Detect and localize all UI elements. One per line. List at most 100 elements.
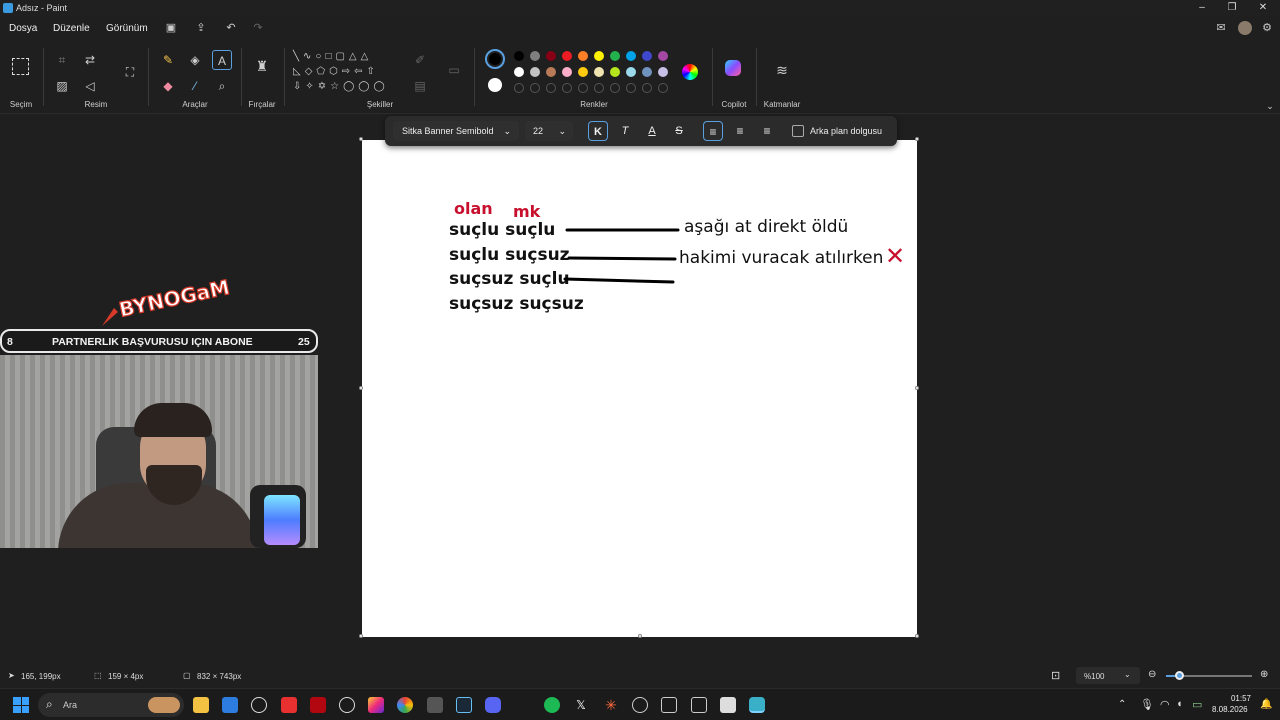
fill-icon[interactable]: ▤: [412, 78, 428, 94]
taskbar-search-box[interactable]: ⌕ Ara: [38, 693, 184, 717]
custom-color-slot[interactable]: [610, 83, 620, 93]
chrome-icon[interactable]: [397, 697, 413, 713]
align-left-icon[interactable]: ≡: [703, 121, 723, 141]
color-swatch[interactable]: [642, 67, 652, 77]
speedometer-icon[interactable]: [251, 697, 267, 713]
close-window-button[interactable]: ✕: [1256, 2, 1270, 13]
settings-gear-icon[interactable]: ⚙: [1260, 21, 1274, 35]
color-swatch[interactable]: [562, 51, 572, 61]
font-size-select[interactable]: 22 ⌄: [525, 121, 573, 141]
zoom-slider[interactable]: [1166, 671, 1252, 680]
text-tool-icon[interactable]: A: [212, 50, 232, 70]
copilot-icon[interactable]: [725, 60, 741, 76]
canvas-handle[interactable]: [359, 386, 363, 390]
calculator-icon[interactable]: [720, 697, 736, 713]
custom-color-slot[interactable]: [658, 83, 668, 93]
color-swatch[interactable]: [514, 51, 524, 61]
claude-icon[interactable]: ✳: [603, 697, 619, 713]
show-hidden-icons[interactable]: ⌃: [1118, 699, 1126, 710]
canvas-handle[interactable]: [359, 137, 363, 141]
netflix-icon[interactable]: [310, 697, 326, 713]
resize-icon[interactable]: ⇄: [82, 52, 98, 68]
feedback-icon[interactable]: ✉: [1214, 21, 1228, 35]
color-swatch[interactable]: [578, 51, 588, 61]
image-remove-bg-icon[interactable]: ⛶: [122, 64, 138, 80]
color-swatch[interactable]: [514, 67, 524, 77]
brush-icon[interactable]: ♜: [254, 58, 270, 74]
redo-icon[interactable]: ↷: [251, 21, 265, 35]
clock-time[interactable]: 01:57: [1226, 694, 1251, 703]
chevron-down-icon[interactable]: ⌄: [1262, 98, 1278, 114]
shape-size-icon[interactable]: ▭: [446, 62, 462, 78]
color-picker-icon[interactable]: ⁄: [187, 78, 203, 94]
background-fill-checkbox[interactable]: [792, 125, 804, 137]
menu-view[interactable]: Görünüm: [106, 23, 148, 34]
app-gear-icon[interactable]: [691, 697, 707, 713]
color-swatch[interactable]: [594, 51, 604, 61]
discord-icon[interactable]: [485, 697, 501, 713]
shapes-gallery[interactable]: ╲∿○□▢△△ ◺◇⬠⬡⇨⇦⇧ ⇩✧✡☆◯◯◯: [293, 49, 403, 97]
start-button-icon[interactable]: [13, 697, 29, 713]
align-right-icon[interactable]: ≡: [757, 121, 777, 141]
chatgpt-icon[interactable]: [339, 697, 355, 713]
custom-color-slot[interactable]: [514, 83, 524, 93]
zoom-slider-thumb[interactable]: [1175, 671, 1184, 680]
app-red-icon[interactable]: [281, 697, 297, 713]
color-swatch[interactable]: [546, 51, 556, 61]
notification-icon[interactable]: 🔔: [1260, 699, 1272, 710]
secondary-color[interactable]: [488, 78, 502, 92]
maximize-button[interactable]: ❐: [1225, 2, 1239, 13]
color-swatch[interactable]: [626, 51, 636, 61]
align-center-icon[interactable]: ≡: [730, 121, 750, 141]
primary-color[interactable]: [485, 49, 505, 69]
instagram-icon[interactable]: [368, 697, 384, 713]
color-swatch[interactable]: [594, 67, 604, 77]
openai-icon[interactable]: [632, 697, 648, 713]
minimize-button[interactable]: –: [1195, 2, 1209, 13]
canvas-handle[interactable]: [915, 386, 919, 390]
layers-icon[interactable]: ≋: [774, 62, 790, 78]
custom-color-slot[interactable]: [530, 83, 540, 93]
canvas-handle[interactable]: [638, 634, 642, 638]
drawing-canvas[interactable]: olan mk suçlu suçlu suçlu suçsuz suçsuz …: [362, 140, 917, 637]
color-swatch[interactable]: [530, 67, 540, 77]
outline-icon[interactable]: ✐: [412, 52, 428, 68]
app-cube-icon[interactable]: [661, 697, 677, 713]
color-swatch[interactable]: [626, 67, 636, 77]
custom-color-slot[interactable]: [578, 83, 588, 93]
pencil-icon[interactable]: ✎: [160, 52, 176, 68]
font-family-select[interactable]: Sitka Banner Semibold ⌄: [393, 121, 519, 141]
outlook-icon[interactable]: [222, 697, 238, 713]
color-swatch[interactable]: [642, 51, 652, 61]
canvas-handle[interactable]: [359, 634, 363, 638]
color-swatch[interactable]: [562, 67, 572, 77]
color-swatch[interactable]: [658, 67, 668, 77]
battery-icon[interactable]: ▭: [1192, 698, 1202, 711]
color-swatch[interactable]: [530, 51, 540, 61]
color-swatch[interactable]: [578, 67, 588, 77]
zoom-in-icon[interactable]: ⊕: [1260, 669, 1268, 680]
menu-edit[interactable]: Düzenle: [53, 23, 90, 34]
strikethrough-button[interactable]: S: [669, 121, 689, 141]
bold-button[interactable]: K: [588, 121, 608, 141]
file-explorer-icon[interactable]: [193, 697, 209, 713]
magnifier-icon[interactable]: ⌕: [214, 78, 230, 94]
zoom-select[interactable]: %100 ⌄: [1076, 667, 1140, 684]
color-swatch[interactable]: [546, 67, 556, 77]
zoom-out-icon[interactable]: ⊖: [1148, 669, 1156, 680]
custom-color-slot[interactable]: [562, 83, 572, 93]
select-all-icon[interactable]: ▨: [54, 78, 70, 94]
fill-bucket-icon[interactable]: ◈: [187, 52, 203, 68]
spotify-icon[interactable]: [544, 697, 560, 713]
eraser-icon[interactable]: ◆: [160, 78, 176, 94]
color-swatch[interactable]: [658, 51, 668, 61]
wifi-icon[interactable]: ◠: [1160, 698, 1170, 711]
undo-icon[interactable]: ↶: [224, 21, 238, 35]
share-icon[interactable]: ⇪: [194, 21, 208, 35]
edit-colors-icon[interactable]: [682, 64, 698, 80]
flip-icon[interactable]: ◁: [82, 78, 98, 94]
save-icon[interactable]: ▣: [164, 21, 178, 35]
color-swatch[interactable]: [610, 67, 620, 77]
paint-taskbar-icon[interactable]: [749, 697, 765, 713]
app-gray-icon[interactable]: [427, 697, 443, 713]
